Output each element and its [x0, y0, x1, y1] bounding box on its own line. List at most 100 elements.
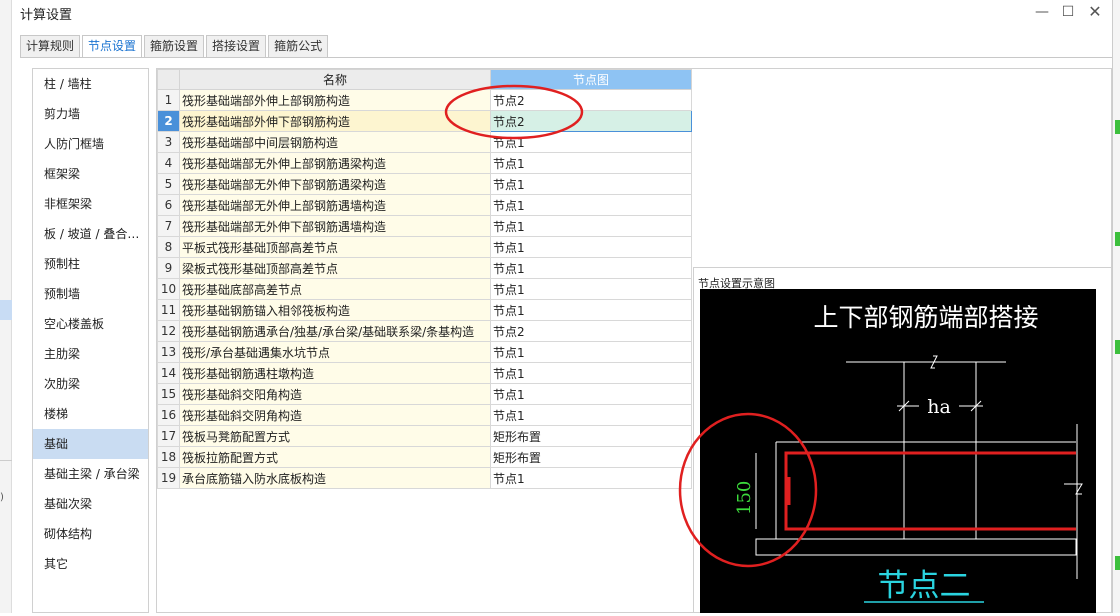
- table-row[interactable]: 13 筏形/承台基础遇集水坑节点 节点1: [157, 341, 692, 363]
- setting-name-cell: 梁板式筏形基础顶部高差节点: [179, 257, 491, 279]
- diagram-caption: 节点二: [878, 568, 971, 604]
- tab-stirrup-formula[interactable]: 箍筋公式: [268, 35, 329, 57]
- sidebar-item[interactable]: 预制墙: [33, 279, 148, 309]
- setting-name-cell: 筏形基础端部无外伸下部钢筋遇梁构造: [179, 173, 491, 195]
- row-number: 1: [157, 89, 180, 111]
- setting-name-cell: 平板式筏形基础顶部高差节点: [179, 236, 491, 258]
- title-bar: 计算设置 — ☐ ✕: [12, 0, 1112, 28]
- row-number: 6: [157, 194, 180, 216]
- node-value-cell[interactable]: 矩形布置: [490, 446, 692, 468]
- node-value-cell[interactable]: 节点1: [490, 341, 692, 363]
- row-number: 19: [157, 467, 180, 489]
- setting-name-cell: 筏形基础钢筋锚入相邻筏板构造: [179, 299, 491, 321]
- table-row[interactable]: 17 筏板马凳筋配置方式 矩形布置: [157, 425, 692, 447]
- setting-name-cell: 筏形基础端部无外伸下部钢筋遇墙构造: [179, 215, 491, 237]
- table-row[interactable]: 2 筏形基础端部外伸下部钢筋构造 节点2: [157, 110, 692, 132]
- node-value-cell[interactable]: 节点1: [490, 278, 692, 300]
- setting-name-cell: 筏形基础端部外伸下部钢筋构造: [179, 110, 491, 132]
- table-row[interactable]: 6 筏形基础端部无外伸上部钢筋遇墙构造 节点1: [157, 194, 692, 216]
- node-value-cell[interactable]: 节点1: [490, 173, 692, 195]
- table-row[interactable]: 5 筏形基础端部无外伸下部钢筋遇梁构造 节点1: [157, 173, 692, 195]
- node-value-cell[interactable]: 节点1: [490, 467, 692, 489]
- table-row[interactable]: 16 筏形基础斜交阴角构造 节点1: [157, 404, 692, 426]
- setting-name-cell: 筏形基础端部中间层钢筋构造: [179, 131, 491, 153]
- row-number: 4: [157, 152, 180, 174]
- tab-node-settings[interactable]: 节点设置: [82, 35, 143, 58]
- setting-name-cell: 筏形基础钢筋遇柱墩构造: [179, 362, 491, 384]
- table-row[interactable]: 8 平板式筏形基础顶部高差节点 节点1: [157, 236, 692, 258]
- sidebar-item[interactable]: 柱 / 墙柱: [33, 69, 148, 99]
- node-value-cell[interactable]: 节点1: [490, 194, 692, 216]
- sidebar-item[interactable]: 次肋梁: [33, 369, 148, 399]
- row-number: 10: [157, 278, 180, 300]
- sidebar-item[interactable]: 人防门框墙: [33, 129, 148, 159]
- node-value-cell[interactable]: 矩形布置: [490, 425, 692, 447]
- table-row[interactable]: 3 筏形基础端部中间层钢筋构造 节点1: [157, 131, 692, 153]
- sidebar-item[interactable]: 基础主梁 / 承台梁: [33, 459, 148, 489]
- sidebar-item[interactable]: 基础次梁: [33, 489, 148, 519]
- node-value-cell[interactable]: 节点1: [490, 215, 692, 237]
- diagram-title: 上下部钢筋端部搭接: [813, 303, 1038, 332]
- row-number: 18: [157, 446, 180, 468]
- sidebar-item[interactable]: 剪力墙: [33, 99, 148, 129]
- table-row[interactable]: 14 筏形基础钢筋遇柱墩构造 节点1: [157, 362, 692, 384]
- node-value-cell[interactable]: 节点2: [490, 320, 692, 342]
- component-sidebar: 柱 / 墙柱 剪力墙 人防门框墙 框架梁 非框架梁 板 / 坡道 / 叠合… 预…: [32, 68, 149, 613]
- row-number: 3: [157, 131, 180, 153]
- node-value-cell[interactable]: 节点2: [490, 89, 692, 111]
- setting-name-cell: 筏形基础端部外伸上部钢筋构造: [179, 89, 491, 111]
- node-value-cell[interactable]: 节点1: [490, 299, 692, 321]
- tab-stirrup-settings[interactable]: 箍筋设置: [144, 35, 205, 57]
- table-row[interactable]: 9 梁板式筏形基础顶部高差节点 节点1: [157, 257, 692, 279]
- sidebar-item[interactable]: 空心楼盖板: [33, 309, 148, 339]
- row-number: 13: [157, 341, 180, 363]
- tab-lap-settings[interactable]: 搭接设置: [206, 35, 267, 57]
- node-value-cell[interactable]: 节点2: [490, 110, 692, 132]
- table-row[interactable]: 1 筏形基础端部外伸上部钢筋构造 节点2: [157, 89, 692, 111]
- sidebar-item[interactable]: 板 / 坡道 / 叠合…: [33, 219, 148, 249]
- window-title: 计算设置: [20, 8, 73, 23]
- tab-calc-rules[interactable]: 计算规则: [20, 35, 81, 57]
- node-value-cell[interactable]: 节点1: [490, 362, 692, 384]
- node-value-cell[interactable]: 节点1: [490, 236, 692, 258]
- node-value-cell[interactable]: 节点1: [490, 131, 692, 153]
- node-diagram: 上下部钢筋端部搭接 ha 150 节点二: [700, 289, 1096, 613]
- background-window-edge: ): [0, 0, 12, 613]
- row-number: 8: [157, 236, 180, 258]
- setting-name-cell: 筏形基础底部高差节点: [179, 278, 491, 300]
- sidebar-item[interactable]: 主肋梁: [33, 339, 148, 369]
- setting-name-cell: 筏形基础端部无外伸上部钢筋遇梁构造: [179, 152, 491, 174]
- table-row[interactable]: 12 筏形基础钢筋遇承台/独基/承台梁/基础联系梁/条基构造 节点2: [157, 320, 692, 342]
- maximize-icon[interactable]: ☐: [1058, 3, 1078, 23]
- sidebar-item[interactable]: 砌体结构: [33, 519, 148, 549]
- node-value-cell[interactable]: 节点1: [490, 404, 692, 426]
- table-row[interactable]: 10 筏形基础底部高差节点 节点1: [157, 278, 692, 300]
- row-number: 12: [157, 320, 180, 342]
- row-number: 2: [157, 110, 180, 132]
- table-row[interactable]: 4 筏形基础端部无外伸上部钢筋遇梁构造 节点1: [157, 152, 692, 174]
- node-value-cell[interactable]: 节点1: [490, 257, 692, 279]
- sidebar-item[interactable]: 非框架梁: [33, 189, 148, 219]
- rebar-line: [784, 451, 1076, 531]
- column-header-node[interactable]: 节点图: [490, 69, 692, 90]
- sidebar-item[interactable]: 预制柱: [33, 249, 148, 279]
- sidebar-item[interactable]: 框架梁: [33, 159, 148, 189]
- column-header-name[interactable]: 名称: [179, 69, 491, 90]
- sidebar-item[interactable]: 其它: [33, 549, 148, 579]
- node-value-cell[interactable]: 节点1: [490, 152, 692, 174]
- table-row[interactable]: 19 承台底筋锚入防水底板构造 节点1: [157, 467, 692, 489]
- table-row[interactable]: 18 筏板拉筋配置方式 矩形布置: [157, 446, 692, 468]
- sidebar-item-foundation[interactable]: 基础: [33, 429, 148, 459]
- sidebar-item[interactable]: 楼梯: [33, 399, 148, 429]
- node-diagram-drawing: 上下部钢筋端部搭接 ha 150 节点二: [734, 303, 1083, 604]
- table-row[interactable]: 15 筏形基础斜交阳角构造 节点1: [157, 383, 692, 405]
- minimize-icon[interactable]: —: [1032, 3, 1052, 23]
- row-number: 14: [157, 362, 180, 384]
- close-icon[interactable]: ✕: [1085, 3, 1105, 23]
- setting-name-cell: 筏形基础端部无外伸上部钢筋遇墙构造: [179, 194, 491, 216]
- node-value-cell[interactable]: 节点1: [490, 383, 692, 405]
- table-row[interactable]: 11 筏形基础钢筋锚入相邻筏板构造 节点1: [157, 299, 692, 321]
- row-number: 16: [157, 404, 180, 426]
- row-number: 11: [157, 299, 180, 321]
- table-row[interactable]: 7 筏形基础端部无外伸下部钢筋遇墙构造 节点1: [157, 215, 692, 237]
